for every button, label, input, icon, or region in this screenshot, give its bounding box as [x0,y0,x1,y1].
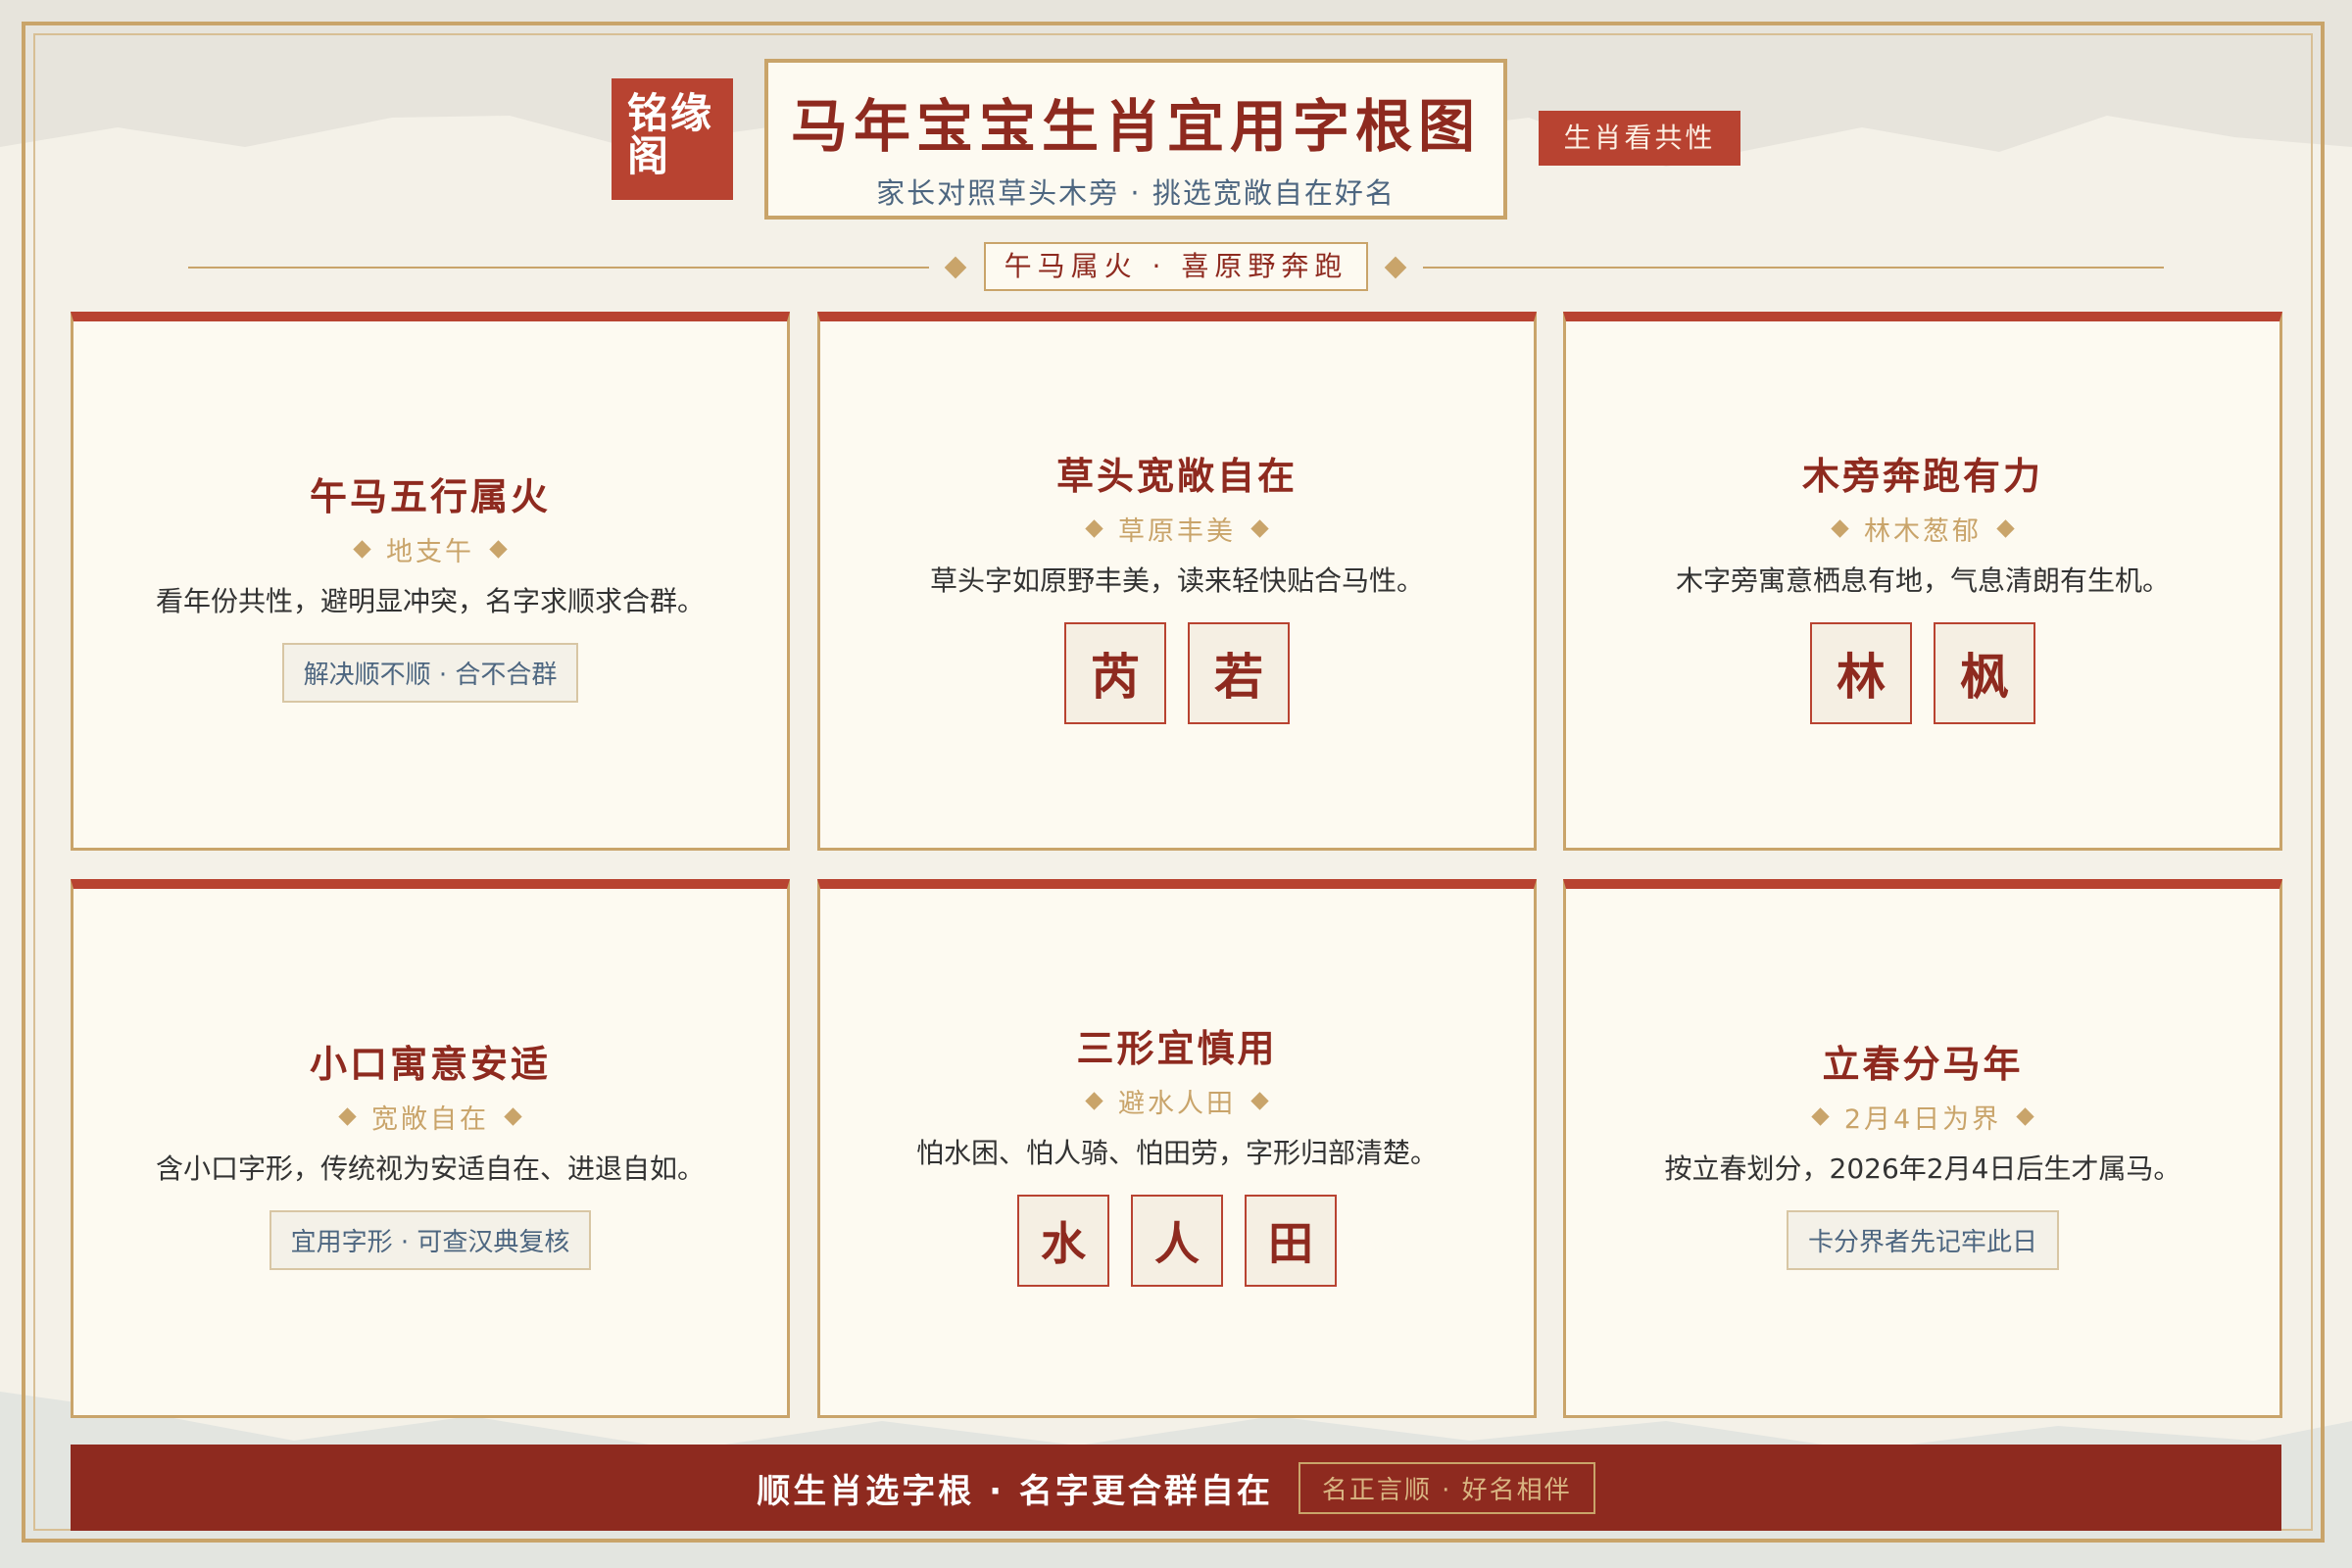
theme-banner: 午马属火 · 喜原野奔跑 [984,242,1368,291]
card-fire-element: 午马五行属火 地支午 看年份共性，避明显冲突，名字求顺求合群。 解决顺不顺 · … [71,312,790,851]
glyph-tile: 人 [1131,1194,1223,1287]
diamond-icon [489,540,508,559]
card-subtitle: 2月4日为界 [1811,1098,2034,1136]
diamond-icon [2016,1107,2034,1126]
card-description: 含小口字形，传统视为安适自在、进退自如。 [155,1152,705,1185]
card-title: 木旁奔跑有力 [1801,454,2043,498]
card-spring-start: 立春分马年 2月4日为界 按立春划分，2026年2月4日后生才属马。 卡分界者先… [1563,879,2282,1418]
card-description: 看年份共性，避明显冲突，名字求顺求合群。 [155,585,705,617]
card-grass-radical: 草头宽敞自在 草原丰美 草头字如原野丰美，读来轻快贴合马性。 芮 若 [817,312,1537,851]
glyph-tile: 田 [1245,1194,1337,1287]
glyph-list: 林 枫 [1810,621,2035,724]
divider-left [188,267,929,269]
card-title: 三形宜慎用 [1076,1026,1278,1070]
glyph-list: 水 人 田 [1017,1194,1337,1287]
footer-slogan: 顺生肖选字根 · 名字更合群自在 [757,1471,1273,1511]
card-title: 立春分马年 [1822,1043,2024,1086]
diamond-icon [504,1107,522,1126]
card-small-mouth: 小口寓意安适 宽敞自在 含小口字形，传统视为安适自在、进退自如。 宜用字形 · … [71,879,790,1418]
diamond-icon [1250,1091,1269,1110]
card-note: 宜用字形 · 可查汉典复核 [269,1210,592,1270]
diamond-icon [1996,518,2015,538]
diamond-icon [1085,1091,1103,1110]
card-wood-radical: 木旁奔跑有力 林木葱郁 木字旁寓意栖息有地，气息清朗有生机。 林 枫 [1563,312,2282,851]
glyph-list: 芮 若 [1064,621,1290,724]
diamond-icon [1831,518,1849,538]
card-description: 草头字如原野丰美，读来轻快贴合马性。 [929,564,1424,597]
footer-banner: 顺生肖选字根 · 名字更合群自在 名正言顺 · 好名相伴 [71,1445,2281,1531]
card-subtitle: 地支午 [353,530,508,568]
glyph-tile: 水 [1017,1194,1109,1287]
diamond-icon [1085,518,1103,538]
card-use-caution: 三形宜慎用 避水人田 怕水困、怕人骑、怕田劳，字形归部清楚。 水 人 田 [817,879,1537,1418]
glyph-tile: 枫 [1934,621,2035,724]
divider-right [1423,267,2164,269]
card-note: 解决顺不顺 · 合不合群 [281,643,579,703]
header-tag: 生肖看共性 [1539,111,1740,166]
card-subtitle: 草原丰美 [1085,510,1269,548]
footer-badge: 名正言顺 · 好名相伴 [1298,1461,1595,1514]
card-note: 卡分界者先记牢此日 [1786,1210,2059,1270]
card-title: 草头宽敞自在 [1055,454,1298,498]
card-description: 怕水困、怕人骑、怕田劳，字形归部清楚。 [915,1136,1438,1169]
card-title: 小口寓意安适 [309,1043,551,1086]
page-title: 马年宝宝生肖宜用字根图 [790,93,1481,160]
glyph-tile: 若 [1188,621,1290,724]
diamond-icon [353,540,371,559]
diamond-icon [1250,518,1269,538]
card-description: 木字旁寓意栖息有地，气息清朗有生机。 [1675,564,2170,597]
card-subtitle: 避水人田 [1085,1082,1269,1120]
card-title: 午马五行属火 [309,475,551,518]
brand-seal: 铭缘阁 [612,78,733,200]
glyph-tile: 林 [1810,621,1912,724]
card-subtitle: 宽敞自在 [338,1098,522,1136]
card-subtitle: 林木葱郁 [1831,510,2015,548]
page-subtitle: 家长对照草头木旁 · 挑选宽敞自在好名 [876,176,1396,210]
glyph-tile: 芮 [1064,621,1166,724]
title-box: 马年宝宝生肖宜用字根图 家长对照草头木旁 · 挑选宽敞自在好名 [764,59,1507,220]
diamond-icon [338,1107,357,1126]
diamond-icon [1811,1107,1830,1126]
card-description: 按立春划分，2026年2月4日后生才属马。 [1664,1152,2181,1185]
